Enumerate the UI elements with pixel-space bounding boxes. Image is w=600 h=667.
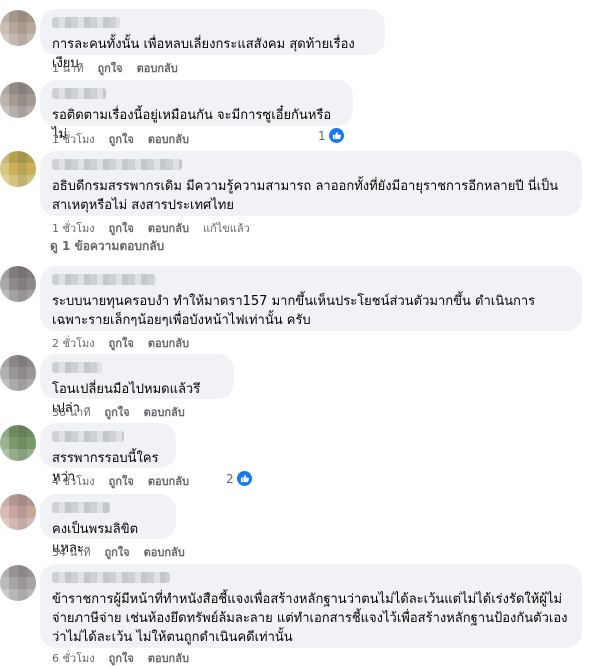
reply-button[interactable]: ตอบกลับ: [148, 219, 189, 237]
reaction-number: 1: [318, 128, 326, 143]
comment-bubble: ระบบนายทุนครอบงำ ทำให้มาตรา157 มากขึ้นเห…: [40, 266, 582, 331]
comment-meta: 36 นาที ถูกใจ ตอบกลับ: [52, 403, 185, 421]
reaction-count[interactable]: 2: [226, 471, 252, 486]
reply-button[interactable]: ตอบกลับ: [148, 472, 189, 490]
view-replies-link[interactable]: ดู 1 ข้อความตอบกลับ: [50, 237, 164, 256]
comment-time[interactable]: 36 นาที: [52, 403, 90, 421]
thumbs-up-icon: [328, 128, 344, 143]
comment-bubble: คงเป็นพรมลิขิตแหละ: [40, 494, 176, 556]
reply-button[interactable]: ตอบกลับ: [148, 334, 189, 352]
reply-button[interactable]: ตอบกลับ: [137, 59, 178, 77]
reply-button[interactable]: ตอบกลับ: [148, 130, 189, 148]
comment-meta: 34 นาที ถูกใจ ตอบกลับ: [52, 543, 185, 561]
comment-bubble: สรรพากรรอบนี้ใครหว่า: [40, 423, 176, 485]
reaction-number: 2: [226, 471, 234, 486]
avatar[interactable]: [0, 425, 36, 461]
commenter-name[interactable]: [52, 431, 124, 442]
commenter-name[interactable]: [52, 159, 182, 170]
comment-time[interactable]: 1 ชั่วโมง: [52, 219, 95, 237]
comment-bubble: อธิบดีกรมสรรพากรเดิม มีความรู้ความสามารถ…: [40, 151, 582, 216]
commenter-name[interactable]: [52, 362, 102, 373]
reaction-count[interactable]: 1: [318, 128, 344, 143]
avatar[interactable]: [0, 10, 36, 46]
like-button[interactable]: ถูกใจ: [109, 219, 134, 237]
comment-meta: 1 ชั่วโมง ถูกใจ ตอบกลับ: [52, 130, 189, 148]
avatar[interactable]: [0, 82, 36, 118]
avatar[interactable]: [0, 151, 36, 187]
comment-time[interactable]: 6 ชั่วโมง: [52, 649, 95, 667]
comment-time[interactable]: 2 ชั่วโมง: [52, 334, 95, 352]
avatar[interactable]: [0, 565, 36, 601]
thumbs-up-icon: [236, 471, 252, 486]
commenter-name[interactable]: [52, 274, 156, 285]
commenter-name[interactable]: [52, 88, 106, 99]
like-button[interactable]: ถูกใจ: [104, 543, 129, 561]
comment-bubble: การละคนทั้งนั้น เพื่อหลบเลี่ยงกระแสสังคม…: [40, 9, 385, 71]
like-button[interactable]: ถูกใจ: [109, 334, 134, 352]
reply-button[interactable]: ตอบกลับ: [144, 403, 185, 421]
avatar[interactable]: [0, 494, 36, 530]
comment-bubble: ข้าราชการผู้มีหน้าที่ทำหนังสือชี้แจงเพื่…: [40, 564, 582, 648]
like-button[interactable]: ถูกใจ: [109, 130, 134, 148]
like-button[interactable]: ถูกใจ: [109, 649, 134, 667]
reply-button[interactable]: ตอบกลับ: [148, 649, 189, 667]
comment-meta: 6 ชั่วโมง ถูกใจ ตอบกลับ: [52, 649, 189, 667]
comment-time[interactable]: 1 ชั่วโมง: [52, 130, 95, 148]
like-button[interactable]: ถูกใจ: [109, 472, 134, 490]
like-button[interactable]: ถูกใจ: [97, 59, 122, 77]
comment-text: ข้าราชการผู้มีหน้าที่ทำหนังสือชี้แจงเพื่…: [52, 592, 568, 645]
commenter-name[interactable]: [52, 17, 120, 28]
comment-meta: 1 นาที ถูกใจ ตอบกลับ: [52, 59, 178, 77]
avatar[interactable]: [0, 355, 36, 391]
comment-bubble: รอติดตามเรื่องนี้อยู่เหมือนกัน จะมีการซู…: [40, 80, 353, 142]
commenter-name[interactable]: [52, 502, 110, 513]
reply-button[interactable]: ตอบกลับ: [144, 543, 185, 561]
comment-text: อธิบดีกรมสรรพากรเดิม มีความรู้ความสามารถ…: [52, 179, 559, 213]
commenter-name[interactable]: [52, 572, 170, 583]
comment-text: ระบบนายทุนครอบงำ ทำให้มาตรา157 มากขึ้นเห…: [52, 294, 536, 328]
avatar[interactable]: [0, 266, 36, 302]
comment-meta: 1 ชั่วโมง ถูกใจ ตอบกลับ แก้ไขแล้ว: [52, 219, 250, 237]
edited-label: แก้ไขแล้ว: [202, 222, 250, 235]
comment-bubble: โอนเปลี่ยนมือไปหมดแล้วรึเปล่า: [40, 354, 234, 416]
like-button[interactable]: ถูกใจ: [104, 403, 129, 421]
comment-meta: 2 ชั่วโมง ถูกใจ ตอบกลับ: [52, 334, 189, 352]
comment-time[interactable]: 4 ชั่วโมง: [52, 472, 95, 490]
comment-time[interactable]: 1 นาที: [52, 59, 83, 77]
view-replies-label: ดู 1 ข้อความตอบกลับ: [50, 239, 165, 253]
comment-time[interactable]: 34 นาที: [52, 543, 90, 561]
comment-meta: 4 ชั่วโมง ถูกใจ ตอบกลับ: [52, 472, 189, 490]
